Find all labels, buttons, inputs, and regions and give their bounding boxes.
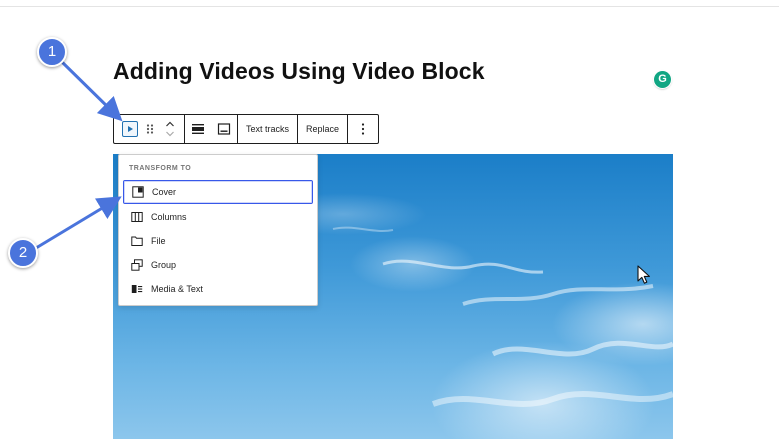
step-badge-1: 1 xyxy=(37,37,67,67)
arrow-2 xyxy=(35,196,122,250)
step-badge-2: 2 xyxy=(8,238,38,268)
annotation-arrows xyxy=(33,59,123,251)
editor-page: Adding Videos Using Video Block G Text t… xyxy=(0,0,779,439)
arrow-1 xyxy=(60,60,123,122)
